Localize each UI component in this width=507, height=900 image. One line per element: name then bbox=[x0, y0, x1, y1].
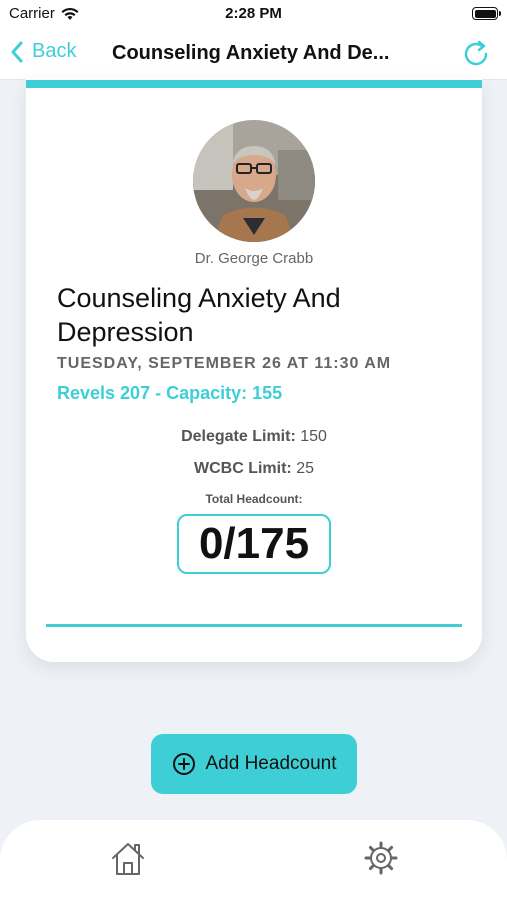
delegate-limit-label: Delegate Limit: bbox=[181, 428, 296, 445]
card-divider bbox=[46, 624, 462, 627]
wcbc-limit-value: 25 bbox=[296, 460, 314, 477]
session-title: Counseling Anxiety And Depression bbox=[57, 283, 341, 347]
session-room-capacity: Revels 207 - Capacity: 155 bbox=[57, 383, 283, 403]
headcount-value: 0/175 bbox=[177, 514, 331, 574]
tab-bar bbox=[0, 820, 507, 900]
status-time: 2:28 PM bbox=[225, 5, 282, 22]
navigation-bar: Back Counseling Anxiety And De... bbox=[0, 28, 507, 80]
refresh-icon bbox=[464, 40, 488, 66]
plus-circle-icon bbox=[172, 753, 195, 775]
chevron-left-icon bbox=[11, 41, 23, 62]
delegate-limit-value: 150 bbox=[300, 428, 327, 445]
status-bar: Carrier 2:28 PM bbox=[0, 0, 507, 28]
add-headcount-label: Add Headcount bbox=[205, 753, 337, 774]
gear-icon bbox=[364, 841, 398, 875]
back-button[interactable]: Back bbox=[10, 40, 76, 63]
headcount-label: Total Headcount: bbox=[205, 492, 303, 506]
delegate-limit: Delegate Limit: 150 bbox=[26, 428, 482, 446]
page-title: Counseling Anxiety And De... bbox=[112, 42, 390, 64]
home-icon bbox=[112, 843, 144, 875]
wcbc-limit: WCBC Limit: 25 bbox=[26, 460, 482, 478]
back-label: Back bbox=[32, 40, 77, 62]
speaker-avatar bbox=[193, 120, 315, 242]
session-date: TUESDAY, SEPTEMBER 26 AT 11:30 AM bbox=[57, 355, 392, 372]
add-headcount-button[interactable]: Add Headcount bbox=[151, 734, 357, 794]
card-accent-bar bbox=[26, 80, 482, 88]
refresh-button[interactable] bbox=[459, 37, 493, 71]
wcbc-limit-label: WCBC Limit: bbox=[193, 460, 292, 477]
speaker-name: Dr. George Crabb bbox=[194, 250, 314, 267]
tab-home[interactable] bbox=[109, 840, 147, 878]
battery-icon bbox=[472, 7, 501, 20]
session-card: Dr. George Crabb Counseling Anxiety And … bbox=[26, 78, 482, 662]
tab-settings[interactable] bbox=[363, 840, 399, 876]
